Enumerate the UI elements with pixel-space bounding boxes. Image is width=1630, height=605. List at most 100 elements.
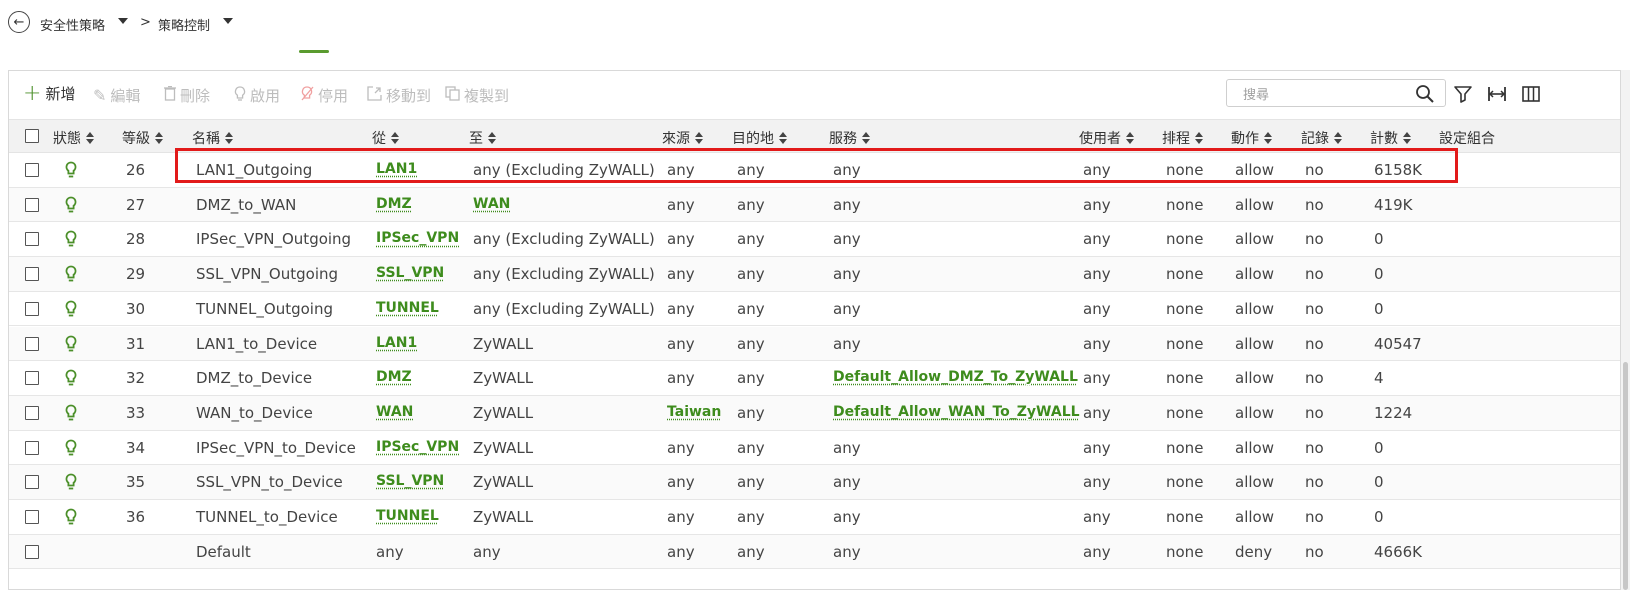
table-row[interactable]: 34 IPSec_VPN_to_Device IPSec_VPN ZyWALL any a… <box>9 430 1620 466</box>
cell-source: any <box>667 438 695 457</box>
chevron-down-icon[interactable] <box>223 18 233 24</box>
table-row[interactable]: 31 LAN1_to_Device LAN1 ZyWALL any any any any no… <box>9 326 1620 362</box>
cell-from[interactable]: IPSec_VPN <box>376 439 459 455</box>
cell-service[interactable]: Default_Allow_WAN_To_ZyWALL <box>833 404 1080 420</box>
copy-to-button[interactable]: 複製到 <box>445 85 509 106</box>
table-row[interactable]: 32 DMZ_to_Device DMZ ZyWALL any any Default_Al… <box>9 361 1620 396</box>
table-row[interactable]: 33 WAN_to_Device WAN ZyWALL Taiwan any Default… <box>9 395 1620 431</box>
table-row[interactable]: 27 DMZ_to_WAN DMZ WAN any any any any none allow n… <box>9 187 1620 223</box>
column-header-status[interactable]: 狀態 <box>53 128 94 148</box>
delete-button[interactable]: 刪除 <box>164 85 210 106</box>
cell-to: any (Excluding ZyWALL) <box>473 230 655 249</box>
row-checkbox[interactable] <box>25 267 39 282</box>
cell-from[interactable]: LAN1 <box>376 335 417 351</box>
column-header-user[interactable]: 使用者 <box>1079 128 1134 148</box>
table-row[interactable]: 28 IPSec_VPN_Outgoing IPSec_VPN any (Exclud… <box>9 222 1620 258</box>
row-checkbox[interactable] <box>25 232 39 247</box>
breadcrumb-policy-control[interactable]: 策略控制 <box>158 15 210 34</box>
chevron-down-icon[interactable] <box>118 18 128 24</box>
cell-log: no <box>1305 438 1324 457</box>
row-checkbox[interactable] <box>25 197 39 212</box>
scrollbar-thumb[interactable] <box>1623 362 1628 590</box>
column-header-log[interactable]: 記錄 <box>1301 128 1342 148</box>
column-header-count[interactable]: 計數 <box>1370 128 1411 148</box>
cell-name: WAN_to_Device <box>196 403 313 422</box>
search-input[interactable] <box>1241 84 1405 106</box>
cell-to[interactable]: WAN <box>473 196 510 212</box>
back-button[interactable]: ← <box>8 11 30 33</box>
column-header-priority[interactable]: 等級 <box>122 128 163 148</box>
row-checkbox[interactable] <box>25 371 39 386</box>
table-row[interactable]: 26 LAN1_Outgoing LAN1 any (Excluding ZyWALL… <box>9 153 1620 188</box>
cell-from[interactable]: DMZ <box>376 369 412 385</box>
table-row[interactable]: Default any any any any any any none deny no 4666K <box>9 534 1620 570</box>
breadcrumb-security-policy[interactable]: 安全性策略 <box>40 15 105 34</box>
cell-action: deny <box>1235 542 1273 561</box>
column-width-icon[interactable] <box>1487 84 1507 104</box>
cell-from[interactable]: LAN1 <box>376 161 417 177</box>
filter-icon[interactable] <box>1453 84 1473 104</box>
column-header-to[interactable]: 至 <box>469 128 496 148</box>
table-row[interactable]: 29 SSL_VPN_Outgoing SSL_VPN any (Excluding … <box>9 257 1620 292</box>
cell-count: 0 <box>1374 230 1384 249</box>
cell-from[interactable]: IPSec_VPN <box>376 230 459 246</box>
toolbar: + 新增 ✎ 編輯 刪除 啟用 停用 移動到 複製到 搜尋 <box>9 71 1620 119</box>
column-header-action[interactable]: 動作 <box>1231 128 1272 148</box>
cell-schedule: none <box>1166 195 1204 214</box>
cell-count: 419K <box>1374 195 1413 214</box>
cell-from[interactable]: DMZ <box>376 196 412 212</box>
cell-service[interactable]: Default_Allow_DMZ_To_ZyWALL <box>833 369 1078 385</box>
row-checkbox[interactable] <box>25 163 39 177</box>
cell-from[interactable]: WAN <box>376 404 413 420</box>
cell-source[interactable]: Taiwan <box>667 404 721 420</box>
disable-label: 停用 <box>318 87 349 105</box>
cell-destination: any <box>737 369 765 388</box>
cell-from[interactable]: TUNNEL <box>376 508 439 524</box>
table-row[interactable]: 36 TUNNEL_to_Device TUNNEL ZyWALL any any any a… <box>9 500 1620 535</box>
cell-priority: 31 <box>126 334 146 353</box>
row-checkbox[interactable] <box>25 336 39 351</box>
row-checkbox[interactable] <box>25 510 39 524</box>
columns-icon[interactable] <box>1521 84 1541 104</box>
cell-from[interactable]: SSL_VPN <box>376 473 444 489</box>
column-header-name[interactable]: 名稱 <box>192 128 233 148</box>
row-checkbox[interactable] <box>25 301 39 316</box>
cell-count: 6158K <box>1374 161 1423 179</box>
cell-service: any <box>833 438 861 457</box>
cell-schedule: none <box>1166 542 1204 561</box>
cell-service: any <box>833 161 861 179</box>
table-row[interactable]: 35 SSL_VPN_to_Device SSL_VPN ZyWALL any any an… <box>9 465 1620 500</box>
cell-count: 0 <box>1374 473 1384 492</box>
cell-count: 0 <box>1374 508 1384 526</box>
column-header-profile[interactable]: 設定組合 <box>1439 128 1495 148</box>
disable-button[interactable]: 停用 <box>301 85 348 106</box>
column-header-schedule[interactable]: 排程 <box>1162 128 1203 148</box>
select-all-checkbox[interactable] <box>25 129 39 143</box>
cell-log: no <box>1305 403 1324 422</box>
search-icon[interactable] <box>1415 84 1435 104</box>
enable-button[interactable]: 啟用 <box>234 85 280 106</box>
row-checkbox[interactable] <box>25 475 39 490</box>
column-header-service[interactable]: 服務 <box>829 128 870 148</box>
cell-from[interactable]: SSL_VPN <box>376 265 444 281</box>
row-checkbox[interactable] <box>25 405 39 420</box>
table-row[interactable]: 30 TUNNEL_Outgoing TUNNEL any (Excluding Zy… <box>9 291 1620 327</box>
cell-destination: any <box>737 334 765 353</box>
cell-from[interactable]: TUNNEL <box>376 300 439 316</box>
cell-source: any <box>667 230 695 249</box>
bulb-icon <box>65 404 77 421</box>
edit-label: 編輯 <box>110 87 141 105</box>
column-header-destination[interactable]: 目的地 <box>732 128 787 148</box>
row-checkbox[interactable] <box>25 440 39 455</box>
column-header-source[interactable]: 來源 <box>662 128 703 148</box>
cell-destination: any <box>737 299 765 318</box>
move-to-button[interactable]: 移動到 <box>367 85 431 106</box>
cell-user: any <box>1083 542 1111 561</box>
row-checkbox[interactable] <box>25 544 39 559</box>
bulb-icon <box>65 335 77 351</box>
column-header-from[interactable]: 從 <box>372 128 399 148</box>
add-button[interactable]: + 新增 <box>23 81 75 106</box>
sort-icon <box>86 132 94 144</box>
sort-icon <box>155 132 163 144</box>
edit-button[interactable]: ✎ 編輯 <box>93 85 140 106</box>
